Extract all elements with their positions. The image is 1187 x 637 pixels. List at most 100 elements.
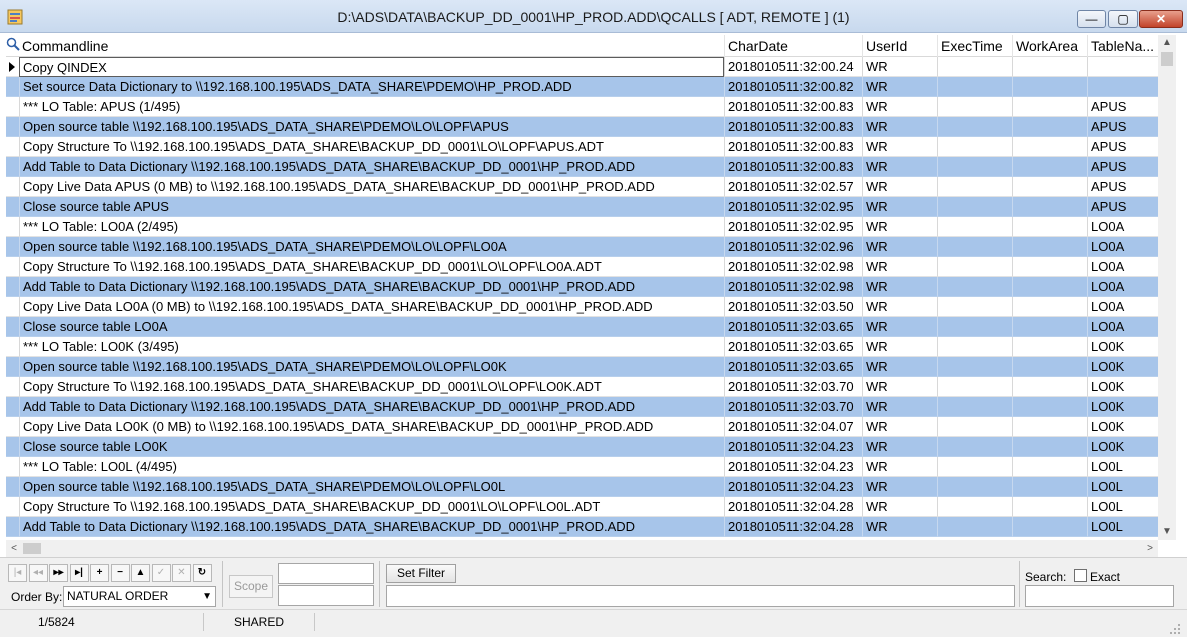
- cell-workarea[interactable]: [1012, 377, 1087, 397]
- cell-workarea[interactable]: [1012, 517, 1087, 537]
- cell-userid[interactable]: WR: [862, 77, 937, 97]
- cell-workarea[interactable]: [1012, 237, 1087, 257]
- cell-workarea[interactable]: [1012, 117, 1087, 137]
- cell-exectime[interactable]: [937, 357, 1012, 377]
- table-row[interactable]: Copy Structure To \\192.168.100.195\ADS_…: [6, 377, 1162, 397]
- cell-userid[interactable]: WR: [862, 217, 937, 237]
- cell-chardate[interactable]: 2018010511:32:04.23: [724, 477, 862, 497]
- table-row[interactable]: Open source table \\192.168.100.195\ADS_…: [6, 357, 1162, 377]
- cell-tablename[interactable]: APUS: [1087, 177, 1162, 197]
- cell-commandline[interactable]: Add Table to Data Dictionary \\192.168.1…: [19, 277, 724, 297]
- cell-chardate[interactable]: 2018010511:32:00.24: [724, 57, 862, 77]
- scroll-up-icon[interactable]: ▲: [1158, 35, 1176, 51]
- cell-commandline[interactable]: Copy Structure To \\192.168.100.195\ADS_…: [19, 137, 724, 157]
- cell-commandline[interactable]: Copy Live Data LO0A (0 MB) to \\192.168.…: [19, 297, 724, 317]
- set-filter-button[interactable]: Set Filter: [386, 564, 456, 583]
- filter-input[interactable]: [386, 585, 1015, 607]
- cell-commandline[interactable]: *** LO Table: LO0A (2/495): [19, 217, 724, 237]
- cell-tablename[interactable]: APUS: [1087, 137, 1162, 157]
- cell-workarea[interactable]: [1012, 277, 1087, 297]
- table-row[interactable]: *** LO Table: LO0K (3/495) 2018010511:32:…: [6, 337, 1162, 357]
- scope-top-input[interactable]: [278, 563, 374, 584]
- cell-chardate[interactable]: 2018010511:32:02.98: [724, 277, 862, 297]
- cell-userid[interactable]: WR: [862, 337, 937, 357]
- cell-userid[interactable]: WR: [862, 357, 937, 377]
- cell-workarea[interactable]: [1012, 137, 1087, 157]
- cell-exectime[interactable]: [937, 417, 1012, 437]
- cell-userid[interactable]: WR: [862, 317, 937, 337]
- cell-commandline[interactable]: Add Table to Data Dictionary \\192.168.1…: [19, 397, 724, 417]
- cell-tablename[interactable]: LO0K: [1087, 357, 1162, 377]
- cell-commandline[interactable]: Add Table to Data Dictionary \\192.168.1…: [19, 517, 724, 537]
- cell-userid[interactable]: WR: [862, 157, 937, 177]
- cell-workarea[interactable]: [1012, 417, 1087, 437]
- cell-userid[interactable]: WR: [862, 397, 937, 417]
- cell-tablename[interactable]: LO0L: [1087, 477, 1162, 497]
- table-row[interactable]: Add Table to Data Dictionary \\192.168.1…: [6, 517, 1162, 537]
- cell-tablename[interactable]: LO0A: [1087, 277, 1162, 297]
- cell-exectime[interactable]: [937, 337, 1012, 357]
- horizontal-scroll-thumb[interactable]: [23, 543, 41, 554]
- cell-commandline[interactable]: *** LO Table: APUS (1/495): [19, 97, 724, 117]
- cell-workarea[interactable]: [1012, 197, 1087, 217]
- cell-chardate[interactable]: 2018010511:32:03.65: [724, 357, 862, 377]
- order-by-select[interactable]: NATURAL ORDER ▼: [63, 586, 216, 607]
- cell-tablename[interactable]: LO0K: [1087, 417, 1162, 437]
- cell-chardate[interactable]: 2018010511:32:03.65: [724, 317, 862, 337]
- cell-commandline[interactable]: Copy Structure To \\192.168.100.195\ADS_…: [19, 497, 724, 517]
- cell-exectime[interactable]: [937, 257, 1012, 277]
- table-row[interactable]: Copy Structure To \\192.168.100.195\ADS_…: [6, 497, 1162, 517]
- cell-workarea[interactable]: [1012, 437, 1087, 457]
- cell-chardate[interactable]: 2018010511:32:02.95: [724, 197, 862, 217]
- cell-exectime[interactable]: [937, 117, 1012, 137]
- cell-exectime[interactable]: [937, 317, 1012, 337]
- table-row[interactable]: *** LO Table: LO0A (2/495) 2018010511:32:…: [6, 217, 1162, 237]
- cell-chardate[interactable]: 2018010511:32:02.98: [724, 257, 862, 277]
- cell-chardate[interactable]: 2018010511:32:04.28: [724, 497, 862, 517]
- cell-exectime[interactable]: [937, 97, 1012, 117]
- maximize-button[interactable]: ▢: [1108, 10, 1138, 28]
- cell-userid[interactable]: WR: [862, 437, 937, 457]
- table-row[interactable]: Close source table LO0A 2018010511:32:03.…: [6, 317, 1162, 337]
- table-row[interactable]: Close source table APUS 2018010511:32:02.…: [6, 197, 1162, 217]
- data-grid[interactable]: Commandline CharDate UserId ExecTime Wor…: [6, 35, 1176, 540]
- search-input[interactable]: [1025, 585, 1174, 607]
- table-row[interactable]: Copy Structure To \\192.168.100.195\ADS_…: [6, 137, 1162, 157]
- table-row[interactable]: Add Table to Data Dictionary \\192.168.1…: [6, 277, 1162, 297]
- cell-userid[interactable]: WR: [862, 197, 937, 217]
- table-row[interactable]: Copy Live Data APUS (0 MB) to \\192.168.…: [6, 177, 1162, 197]
- table-row[interactable]: Copy Live Data LO0K (0 MB) to \\192.168.…: [6, 417, 1162, 437]
- cell-chardate[interactable]: 2018010511:32:00.83: [724, 137, 862, 157]
- cell-workarea[interactable]: [1012, 457, 1087, 477]
- cell-userid[interactable]: WR: [862, 477, 937, 497]
- cell-userid[interactable]: WR: [862, 237, 937, 257]
- table-row[interactable]: Open source table \\192.168.100.195\ADS_…: [6, 477, 1162, 497]
- cell-tablename[interactable]: LO0K: [1087, 397, 1162, 417]
- cell-tablename[interactable]: LO0A: [1087, 297, 1162, 317]
- cell-commandline[interactable]: Copy Live Data LO0K (0 MB) to \\192.168.…: [19, 417, 724, 437]
- scroll-right-icon[interactable]: >: [1142, 540, 1158, 557]
- last-icon[interactable]: ▸|: [69, 564, 89, 582]
- cell-chardate[interactable]: 2018010511:32:03.50: [724, 297, 862, 317]
- cell-tablename[interactable]: LO0L: [1087, 497, 1162, 517]
- cell-chardate[interactable]: 2018010511:32:00.82: [724, 77, 862, 97]
- cell-workarea[interactable]: [1012, 177, 1087, 197]
- vertical-scrollbar[interactable]: ▲ ▼: [1158, 35, 1176, 540]
- cell-workarea[interactable]: [1012, 337, 1087, 357]
- cell-exectime[interactable]: [937, 497, 1012, 517]
- cell-chardate[interactable]: 2018010511:32:04.07: [724, 417, 862, 437]
- table-row[interactable]: Copy QINDEX 2018010511:32:00.24 WR: [6, 57, 1162, 77]
- cell-userid[interactable]: WR: [862, 277, 937, 297]
- cell-workarea[interactable]: [1012, 77, 1087, 97]
- cancel-icon[interactable]: ✕: [172, 564, 191, 582]
- cell-userid[interactable]: WR: [862, 517, 937, 537]
- first-icon[interactable]: |◂: [8, 564, 27, 582]
- cell-workarea[interactable]: [1012, 97, 1087, 117]
- cell-chardate[interactable]: 2018010511:32:02.96: [724, 237, 862, 257]
- column-header-commandline[interactable]: Commandline: [19, 35, 724, 57]
- post-icon[interactable]: ✓: [151, 564, 171, 582]
- cell-commandline[interactable]: Close source table LO0A: [19, 317, 724, 337]
- cell-workarea[interactable]: [1012, 217, 1087, 237]
- vertical-scroll-thumb[interactable]: [1161, 52, 1173, 66]
- cell-userid[interactable]: WR: [862, 137, 937, 157]
